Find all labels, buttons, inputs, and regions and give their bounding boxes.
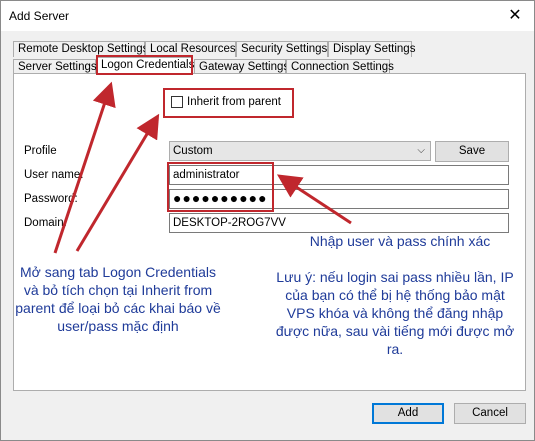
arrow-to-inherit-checkbox [75,113,160,252]
arrow-to-logon-tab [53,81,116,254]
add-server-dialog: Add Server ✕ Remote Desktop Settings Loc… [0,0,535,441]
arrow-to-credentials [276,174,352,225]
note-logon-tab: Mở sang tab Logon Credentials và bỏ tích… [15,264,221,334]
note-warning: Lưu ý: nếu login sai pass nhiều lần, IP … [275,269,515,357]
annotation-arrows [53,81,352,254]
note-user-pass: Nhập user và pass chính xác [309,233,491,249]
